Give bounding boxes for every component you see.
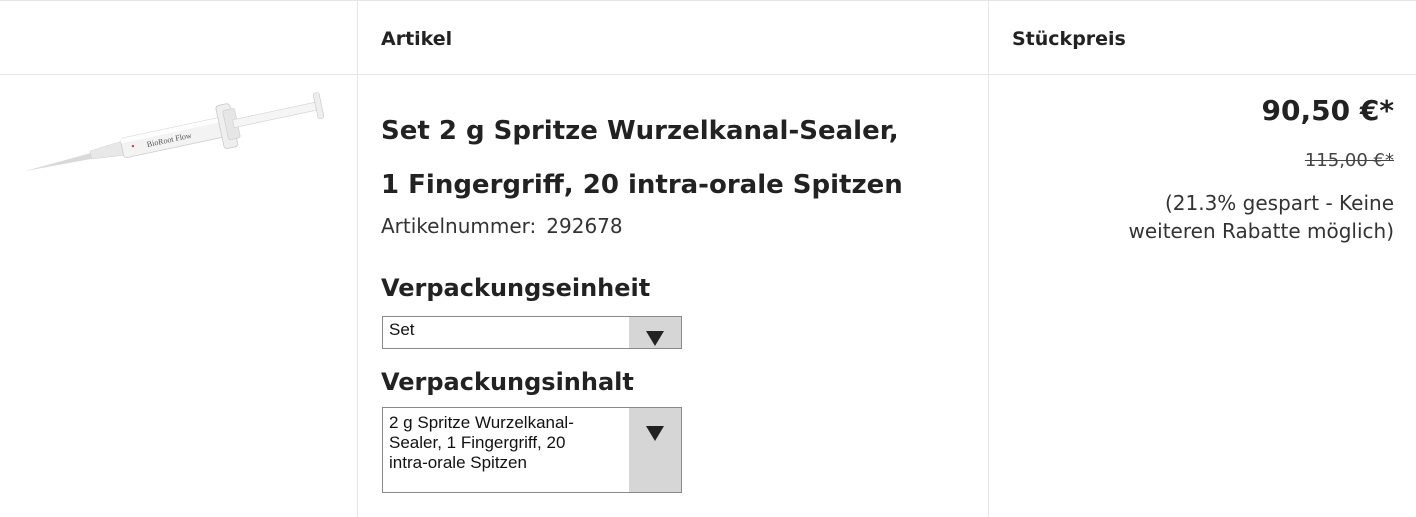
packaging-content-selected-value: 2 g Spritze Wurzelkanal- Sealer, 1 Finge… xyxy=(389,413,625,473)
column-header-article: Artikel xyxy=(381,28,453,50)
packaging-content-dropdown-button[interactable] xyxy=(629,408,681,492)
savings-note-line-1: (21.3% gespart - Keine xyxy=(1164,191,1394,215)
savings-note-line-2: weiteren Rabatte möglich) xyxy=(1128,219,1395,243)
packaging-content-value-line-1: 2 g Spritze Wurzelkanal- xyxy=(389,413,574,432)
column-header-unit-price: Stückpreis xyxy=(1012,28,1126,50)
article-number: Artikelnummer: 292678 xyxy=(381,214,623,238)
chevron-down-icon xyxy=(646,426,664,441)
column-divider-2 xyxy=(988,0,989,517)
packaging-content-select[interactable]: 2 g Spritze Wurzelkanal- Sealer, 1 Finge… xyxy=(382,407,682,493)
unit-price: 90,50 €* xyxy=(1261,94,1394,127)
table-top-border xyxy=(0,0,1416,1)
article-number-label: Artikelnummer: xyxy=(381,214,537,238)
cart-table: Artikel Stückpreis BioRoot Flow Set 2 g … xyxy=(0,0,1416,517)
packaging-content-value-line-3: intra-orale Spitzen xyxy=(389,453,527,472)
product-title-line-1: Set 2 g Spritze Wurzelkanal-Sealer, xyxy=(381,116,899,146)
product-title-line-2: 1 Fingergriff, 20 intra-orale Spitzen xyxy=(381,170,903,200)
header-divider xyxy=(0,74,1416,75)
packaging-unit-label: Verpackungseinheit xyxy=(381,274,651,302)
product-title[interactable]: Set 2 g Spritze Wurzelkanal-Sealer, 1 Fi… xyxy=(381,104,971,212)
syringe-product-image[interactable]: BioRoot Flow xyxy=(20,92,340,172)
chevron-down-icon xyxy=(646,331,664,346)
packaging-unit-select[interactable]: Set xyxy=(382,316,682,349)
packaging-content-value-line-2: Sealer, 1 Fingergriff, 20 xyxy=(389,433,566,452)
packaging-unit-dropdown-button[interactable] xyxy=(629,317,681,348)
packaging-content-label: Verpackungsinhalt xyxy=(381,368,634,396)
column-divider-1 xyxy=(357,0,358,517)
original-price: 115,00 €* xyxy=(1304,150,1394,171)
article-number-value: 292678 xyxy=(546,214,623,238)
savings-note: (21.3% gespart - Keine weiteren Rabatte … xyxy=(1064,189,1395,245)
packaging-unit-selected-value: Set xyxy=(389,320,415,339)
